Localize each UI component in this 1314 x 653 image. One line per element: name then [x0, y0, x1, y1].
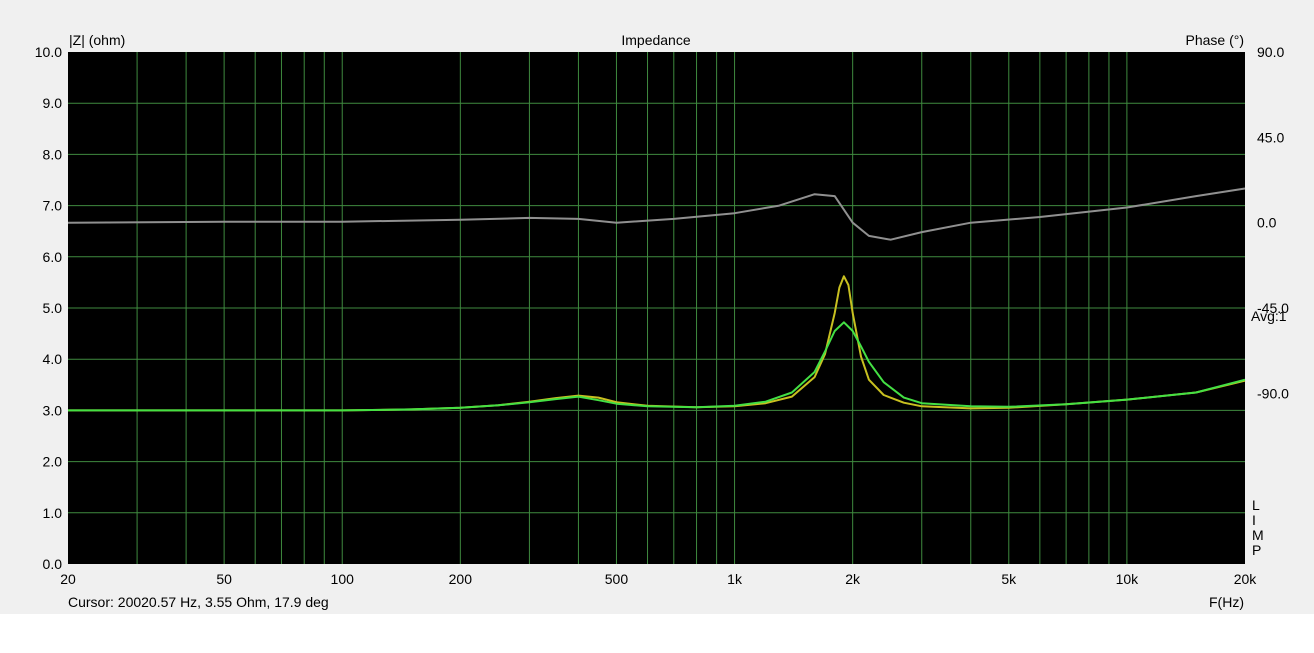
- y-tick-right-label: 0.0: [1257, 215, 1277, 231]
- x-tick-label: 20: [60, 571, 76, 587]
- limp-letter: L: [1252, 497, 1260, 513]
- chart-title: Impedance: [621, 32, 690, 48]
- limp-letter: I: [1252, 512, 1256, 528]
- y-tick-left-label: 3.0: [43, 402, 63, 418]
- x-tick-label: 100: [331, 571, 355, 587]
- limp-letter: M: [1252, 527, 1264, 543]
- app-window: 0.0 1.0 2.0 3.0 4.0 5.0 6.0 7.0 8.0 9.0 10.0 90.0 45…: [0, 0, 1314, 614]
- y-tick-right-label: 45.0: [1257, 129, 1284, 145]
- x-axis-label: F(Hz): [1209, 594, 1244, 610]
- y-axis-right-label: Phase (°): [1185, 32, 1244, 48]
- y-tick-left-label: 0.0: [43, 556, 63, 572]
- x-tick-label: 200: [449, 571, 473, 587]
- x-tick-label: 5k: [1001, 571, 1017, 587]
- y-tick-right-label: 90.0: [1257, 44, 1284, 60]
- y-tick-left-label: 5.0: [43, 300, 63, 316]
- x-tick-label: 20k: [1234, 571, 1258, 587]
- y-tick-left-label: 1.0: [43, 505, 63, 521]
- y-tick-left-label: 2.0: [43, 454, 63, 470]
- limp-indicator: LIMP: [1252, 497, 1264, 558]
- x-tick-label: 1k: [727, 571, 743, 587]
- cursor-readout: Cursor: 20020.57 Hz, 3.55 Ohm, 17.9 deg: [68, 594, 329, 610]
- y-tick-left-label: 10.0: [35, 44, 62, 60]
- y-tick-left-label: 7.0: [43, 198, 63, 214]
- y-axis-left-label: |Z| (ohm): [69, 32, 125, 48]
- avg-label: Avg:1: [1251, 308, 1287, 324]
- y-tick-left-label: 4.0: [43, 351, 63, 367]
- y-tick-left-label: 6.0: [43, 249, 63, 265]
- y-tick-left-label: 8.0: [43, 146, 63, 162]
- y-tick-left-label: 9.0: [43, 95, 63, 111]
- limp-letter: P: [1252, 542, 1261, 558]
- x-tick-label: 10k: [1116, 571, 1140, 587]
- x-tick-label: 2k: [845, 571, 861, 587]
- x-tick-label: 500: [605, 571, 629, 587]
- x-tick-label: 50: [216, 571, 232, 587]
- y-tick-right-label: -90.0: [1257, 385, 1289, 401]
- impedance-chart[interactable]: 0.0 1.0 2.0 3.0 4.0 5.0 6.0 7.0 8.0 9.0 10.0 90.0 45…: [0, 0, 1314, 614]
